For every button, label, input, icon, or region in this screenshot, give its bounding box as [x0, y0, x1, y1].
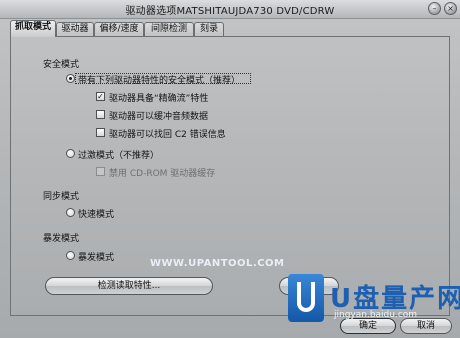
burst-mode-label[interactable]: 暴发模式 [78, 250, 114, 263]
caches-audio-checkbox[interactable] [96, 110, 105, 119]
burst-not-recommended-label[interactable]: 过激模式（不推荐） [78, 148, 159, 161]
fast-mode-label[interactable]: 快速模式 [78, 207, 114, 220]
tab-rip-mode[interactable]: 抓取模式 [10, 20, 56, 37]
fast-mode-radio[interactable] [66, 208, 75, 217]
close-button[interactable]: × [444, 2, 457, 15]
tab-drive[interactable]: 驱动器 [56, 22, 94, 37]
burst-mode-heading: 暴发模式 [43, 234, 80, 244]
c2-error-checkbox[interactable] [96, 128, 105, 137]
title-bar: 驱动器选项MATSHITAUJDA730 DVD/CDRW – × [0, 0, 460, 19]
tab-burn[interactable]: 刻录 [194, 22, 224, 37]
minimize-button[interactable]: – [428, 2, 441, 15]
secure-mode-heading: 安全模式 [43, 60, 80, 70]
tab-offset-speed[interactable]: 偏移/速度 [94, 22, 144, 37]
burst-not-recommended-radio[interactable] [66, 149, 75, 158]
window-title: 驱动器选项MATSHITAUJDA730 DVD/CDRW [125, 6, 335, 17]
watermark-url: WWW.UPANTOOL.COM [150, 258, 285, 269]
sync-mode-heading: 同步模式 [43, 192, 80, 202]
watermark-url-small: jingyan.baidu.com [334, 310, 418, 320]
watermark: U盘量产网 jingyan.baidu.com [288, 266, 460, 338]
minimize-icon: – [432, 4, 437, 13]
drive-options-window: 驱动器选项MATSHITAUJDA730 DVD/CDRW – × 抓取模式 驱… [0, 0, 460, 338]
detect-read-features-button[interactable]: 检测读取特性... [45, 277, 213, 295]
tab-gap-detection[interactable]: 间隙检测 [144, 22, 194, 37]
secure-mode-label[interactable]: 带有下列驱动器特性的安全模式（推荐） [78, 73, 240, 86]
disable-cache-checkbox[interactable] [96, 167, 105, 176]
usb-logo-icon [288, 274, 324, 322]
disable-cache-label[interactable]: 禁用 CD-ROM 驱动器缓存 [109, 166, 215, 179]
caches-audio-label[interactable]: 驱动器可以缓冲音频数据 [109, 109, 208, 122]
secure-mode-radio[interactable] [66, 74, 75, 83]
accurate-stream-label[interactable]: 驱动器具备“精确流”特性 [109, 91, 208, 104]
burst-mode-radio[interactable] [66, 251, 75, 260]
accurate-stream-checkbox[interactable]: ✓ [96, 92, 105, 101]
close-icon: × [447, 4, 454, 13]
c2-error-label[interactable]: 驱动器可以找回 C2 错误信息 [109, 127, 226, 140]
